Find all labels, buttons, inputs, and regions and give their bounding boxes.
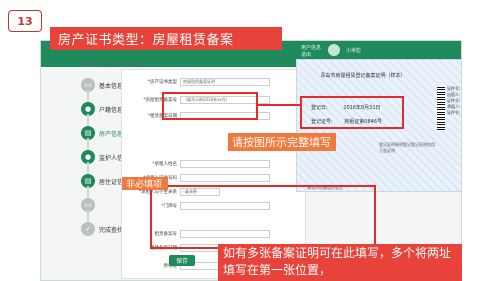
header-links: 用户信息 退出: [301, 45, 321, 59]
breadcrumb-item[interactable]: 上传证件: [117, 61, 137, 68]
highlight-optional-fields: [150, 185, 376, 249]
check-icon: ✓: [81, 222, 95, 236]
save-button[interactable]: 保存: [169, 255, 195, 266]
breadcrumb: 信息填写 > 上传证件: [81, 61, 137, 68]
highlight-connector: [258, 104, 300, 106]
side-label: 证件号:: [447, 110, 461, 115]
avatar: [327, 44, 340, 56]
callout-optional: 非必填项: [122, 177, 168, 190]
highlight-record-fields: [162, 92, 258, 120]
field-label: *承租人姓名: [152, 162, 177, 167]
breadcrumb-separator: >: [107, 61, 112, 67]
user-area: 小米粒: [327, 44, 361, 56]
breadcrumb-item[interactable]: 信息填写: [81, 61, 101, 68]
form-row: *承租人姓名: [126, 160, 270, 168]
certificate-title: 青岛市房屋租赁登记备案证明（样本）: [320, 73, 406, 79]
form-row: *房产证书类型 房屋租赁备案证明: [126, 78, 270, 86]
highlight-certificate-fields: [300, 96, 404, 129]
logout-link[interactable]: 退出: [301, 52, 321, 59]
slide-number-badge: 13: [8, 10, 42, 32]
callout-fill-instruction: 请按图所示完整填写: [228, 133, 336, 151]
slide-title: 房产证书类型：房屋租赁备案: [50, 27, 282, 50]
tenant-id-input[interactable]: [180, 174, 270, 182]
user-name: 小米粒: [345, 47, 361, 54]
certificate-type-select[interactable]: 房屋租赁备案证明: [180, 78, 270, 86]
tenant-name-input[interactable]: [180, 160, 270, 168]
barcode-icon: [437, 86, 445, 130]
step-label: 基本信息: [99, 82, 124, 90]
slide: 13 用户信息 退出 小米粒 信息填写 > 上传证件 ▭ 基本信息 ● 户籍信息…: [0, 0, 499, 281]
user-info-link[interactable]: 用户信息: [301, 45, 321, 52]
field-label: *房产证书类型: [147, 80, 177, 85]
bottom-note: 如有多张备案证明可在此填写，多个将两址填写在第一张位置，: [218, 244, 462, 281]
step-label: 户籍信息: [99, 106, 124, 114]
certificate-note: 登记证明表明登记登记证明仅用于此证明: [379, 142, 435, 153]
certificate-side-labels: 证件号: 出租人: 证件号: 承租人: 证件号:: [447, 86, 460, 116]
step-label: 房产信息: [99, 130, 124, 138]
